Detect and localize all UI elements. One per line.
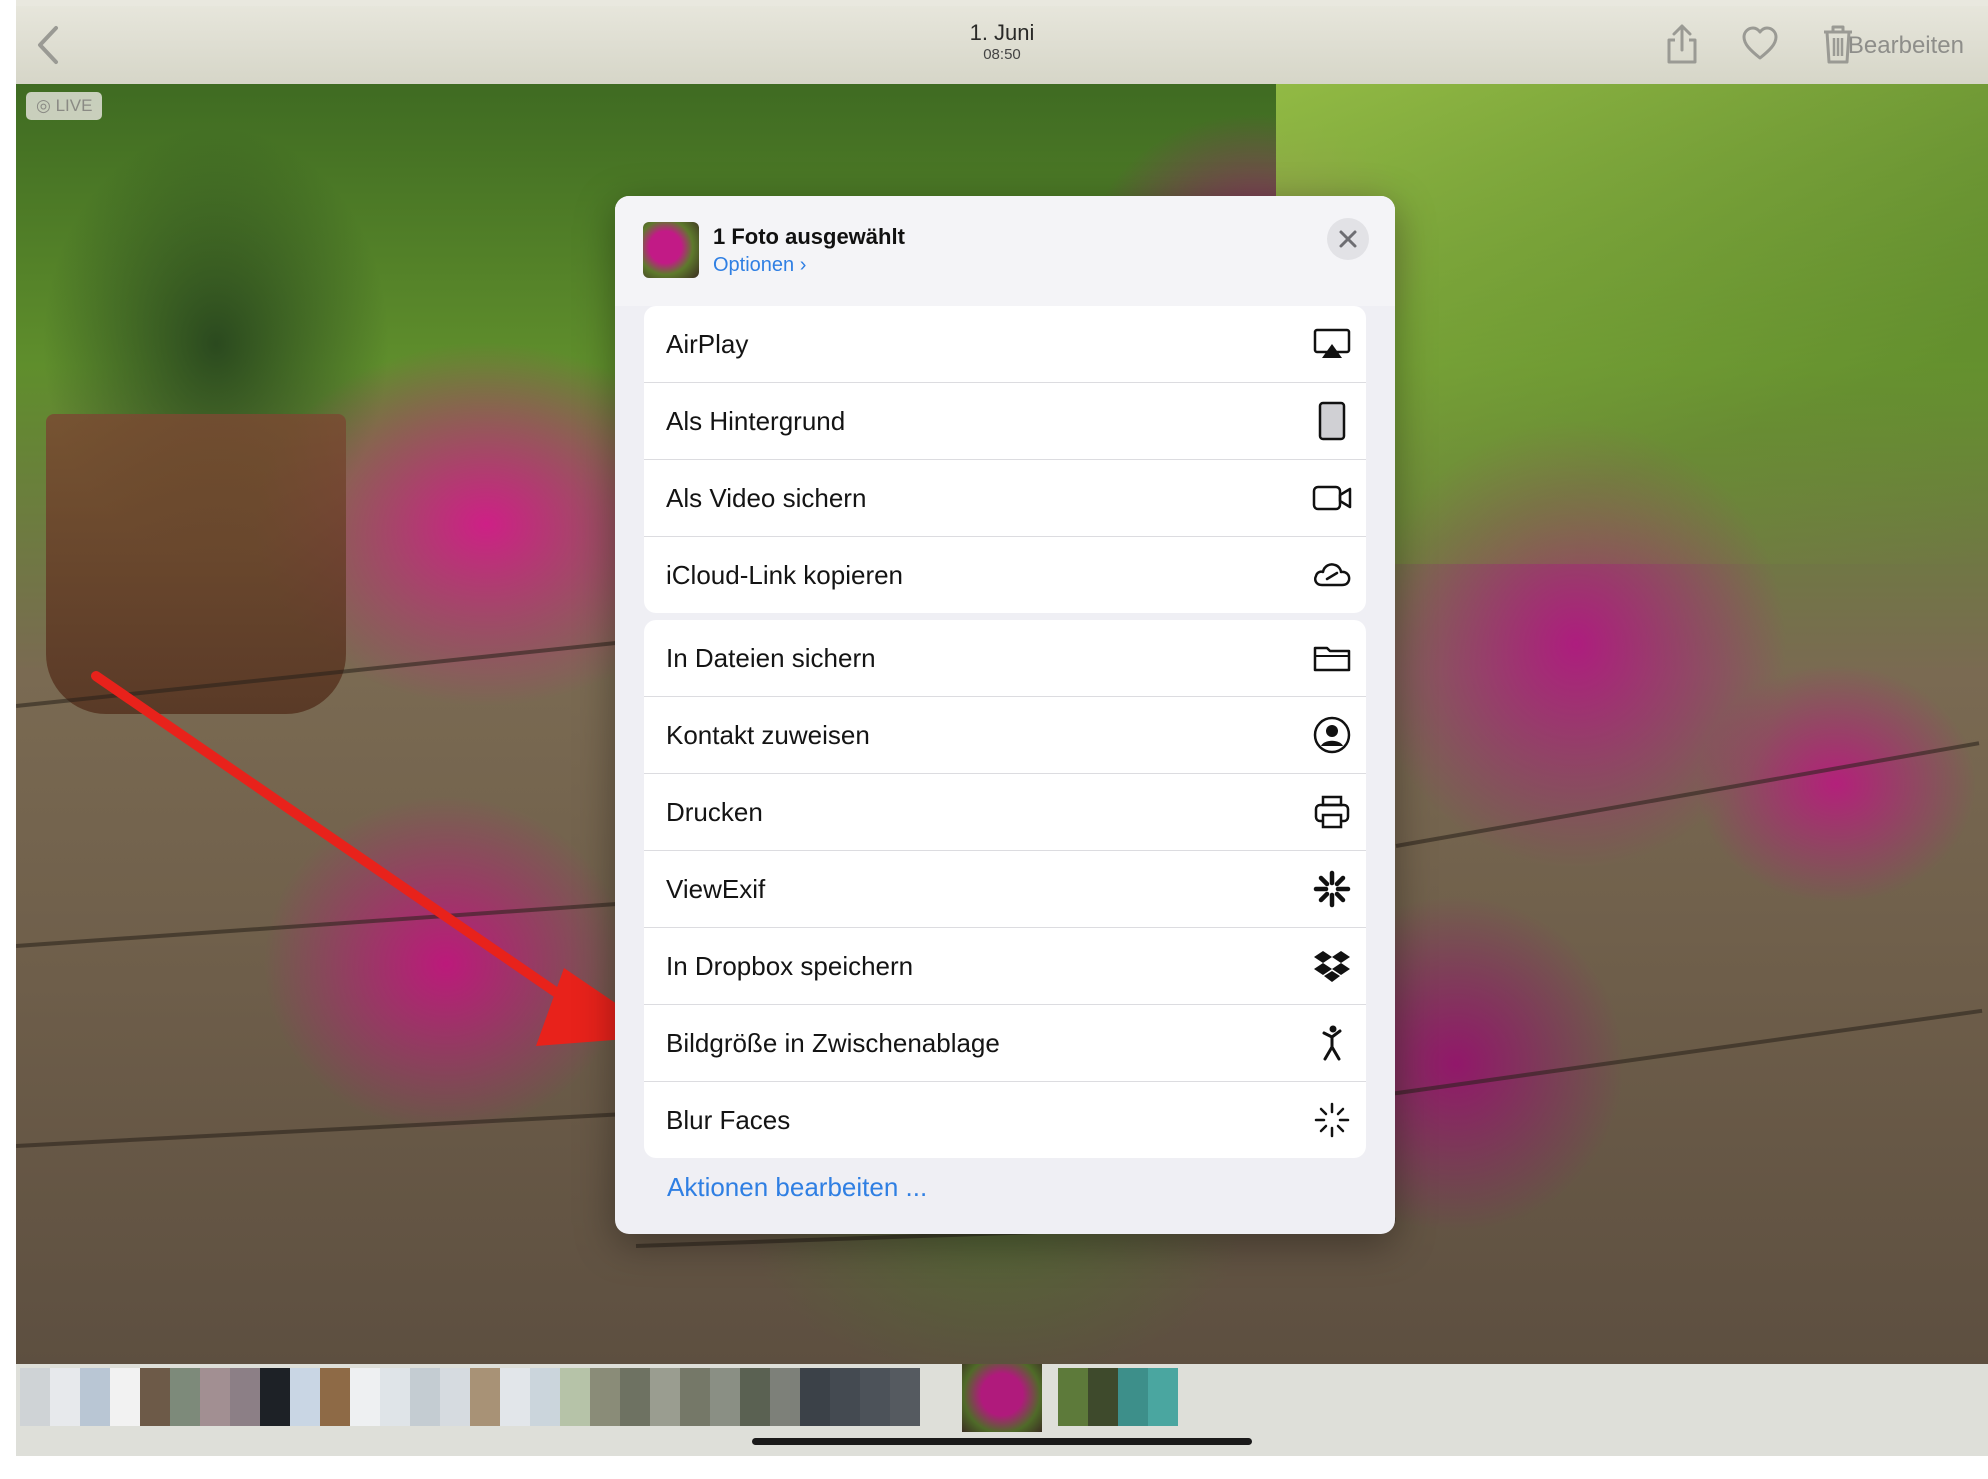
filmstrip-thumb[interactable] bbox=[350, 1368, 380, 1426]
action-als-video-sichern[interactable]: Als Video sichern bbox=[644, 460, 1366, 537]
filmstrip-thumb-current[interactable] bbox=[962, 1364, 1042, 1432]
edit-button[interactable]: Bearbeiten bbox=[1848, 32, 1964, 60]
action-label: Als Hintergrund bbox=[666, 406, 846, 436]
photo-paver-line bbox=[16, 900, 635, 948]
filmstrip-thumb[interactable] bbox=[1148, 1368, 1178, 1426]
action-label: ViewExif bbox=[666, 874, 766, 904]
photo-paver-line bbox=[1395, 741, 1980, 848]
favorite-button[interactable] bbox=[1740, 22, 1780, 66]
action-label: Als Video sichern bbox=[666, 483, 867, 513]
action-kontakt-zuweisen[interactable]: Kontakt zuweisen bbox=[644, 697, 1366, 774]
share-sheet: 1 Foto ausgewählt Optionen › AirPlay Als… bbox=[615, 196, 1395, 1234]
photo-paver-line bbox=[16, 1111, 636, 1148]
home-indicator[interactable] bbox=[752, 1438, 1252, 1445]
live-badge-label: LIVE bbox=[55, 96, 93, 115]
close-icon bbox=[1339, 230, 1357, 248]
filmstrip-thumb[interactable] bbox=[620, 1368, 650, 1426]
filmstrip-thumb[interactable] bbox=[260, 1368, 290, 1426]
viewexif-icon bbox=[1313, 870, 1351, 908]
photos-app-screen: ◎ LIVE 1. Juni 08:50 Bearbeiten 1 Foto a… bbox=[16, 0, 1988, 1456]
action-group-1: AirPlay Als Hintergrund Als Video sicher… bbox=[644, 306, 1366, 613]
filmstrip-thumb[interactable] bbox=[530, 1368, 560, 1426]
filmstrip-thumb[interactable] bbox=[50, 1368, 80, 1426]
filmstrip-thumb[interactable] bbox=[770, 1368, 800, 1426]
filmstrip-thumb[interactable] bbox=[80, 1368, 110, 1426]
filmstrip-thumb[interactable] bbox=[650, 1368, 680, 1426]
printer-icon bbox=[1314, 795, 1350, 829]
contact-icon bbox=[1313, 716, 1351, 754]
top-navigation-bar: 1. Juni 08:50 Bearbeiten bbox=[16, 0, 1988, 84]
share-sheet-title: 1 Foto ausgewählt bbox=[713, 224, 905, 249]
airplay-icon bbox=[1313, 328, 1351, 358]
filmstrip-thumb[interactable] bbox=[830, 1368, 860, 1426]
action-drucken[interactable]: Drucken bbox=[644, 774, 1366, 851]
figure-icon bbox=[1322, 1025, 1342, 1061]
filmstrip-thumb[interactable] bbox=[680, 1368, 710, 1426]
options-label: Optionen bbox=[713, 254, 795, 276]
filmstrip-thumb[interactable] bbox=[170, 1368, 200, 1426]
action-group-2: In Dateien sichern Kontakt zuweisen Druc… bbox=[644, 620, 1366, 1158]
filmstrip-thumb[interactable] bbox=[470, 1368, 500, 1426]
photo-flower-pot bbox=[46, 414, 346, 714]
action-label: In Dateien sichern bbox=[666, 643, 876, 673]
action-bildgroesse[interactable]: Bildgröße in Zwischenablage bbox=[644, 1005, 1366, 1082]
action-in-dateien-sichern[interactable]: In Dateien sichern bbox=[644, 620, 1366, 697]
share-icon bbox=[1667, 24, 1697, 64]
action-blur-faces[interactable]: Blur Faces bbox=[644, 1082, 1366, 1158]
filmstrip-thumb[interactable] bbox=[1058, 1368, 1088, 1426]
filmstrip-thumb[interactable] bbox=[1088, 1368, 1118, 1426]
action-als-hintergrund[interactable]: Als Hintergrund bbox=[644, 383, 1366, 460]
live-photo-badge[interactable]: ◎ LIVE bbox=[26, 92, 103, 120]
edit-actions-link[interactable]: Aktionen bearbeiten ... bbox=[667, 1172, 927, 1203]
action-label: AirPlay bbox=[666, 329, 749, 359]
action-airplay[interactable]: AirPlay bbox=[644, 306, 1366, 383]
dropbox-icon bbox=[1314, 951, 1350, 982]
selected-photo-thumbnail bbox=[643, 222, 699, 278]
action-icloud-link[interactable]: iCloud-Link kopieren bbox=[644, 537, 1366, 613]
status-bar bbox=[16, 0, 1988, 6]
live-icon: ◎ bbox=[36, 96, 56, 115]
action-label: Drucken bbox=[666, 797, 763, 827]
options-link[interactable]: Optionen › bbox=[713, 254, 806, 277]
photo-paver-line bbox=[1375, 1008, 1983, 1098]
filmstrip-thumb[interactable] bbox=[290, 1368, 320, 1426]
icloud-link-icon bbox=[1314, 563, 1351, 587]
share-button[interactable] bbox=[1662, 22, 1702, 66]
chevron-right-icon: › bbox=[799, 254, 807, 276]
close-button[interactable] bbox=[1327, 218, 1369, 260]
filmstrip-thumb[interactable] bbox=[200, 1368, 230, 1426]
filmstrip-thumb[interactable] bbox=[320, 1368, 350, 1426]
filmstrip-thumb[interactable] bbox=[380, 1368, 410, 1426]
filmstrip-thumb[interactable] bbox=[230, 1368, 260, 1426]
filmstrip-thumb[interactable] bbox=[440, 1368, 470, 1426]
action-dropbox[interactable]: In Dropbox speichern bbox=[644, 928, 1366, 1005]
filmstrip-thumb[interactable] bbox=[710, 1368, 740, 1426]
video-icon bbox=[1312, 485, 1352, 511]
action-label: Kontakt zuweisen bbox=[666, 720, 870, 750]
action-label: iCloud-Link kopieren bbox=[666, 560, 904, 590]
filmstrip-thumb[interactable] bbox=[20, 1368, 50, 1426]
filmstrip-thumb[interactable] bbox=[890, 1368, 920, 1426]
filmstrip-thumb[interactable] bbox=[860, 1368, 890, 1426]
action-label: In Dropbox speichern bbox=[666, 951, 914, 981]
folder-icon bbox=[1313, 646, 1351, 672]
filmstrip-thumb[interactable] bbox=[110, 1368, 140, 1426]
filmstrip-thumb[interactable] bbox=[410, 1368, 440, 1426]
wallpaper-icon bbox=[1318, 401, 1346, 441]
action-label: Blur Faces bbox=[666, 1105, 791, 1135]
filmstrip-thumb[interactable] bbox=[140, 1368, 170, 1426]
share-sheet-header: 1 Foto ausgewählt Optionen › bbox=[615, 196, 1395, 306]
filmstrip-thumb[interactable] bbox=[500, 1368, 530, 1426]
filmstrip-thumb[interactable] bbox=[590, 1368, 620, 1426]
filmstrip-thumb[interactable] bbox=[740, 1368, 770, 1426]
action-label: Bildgröße in Zwischenablage bbox=[666, 1028, 1000, 1058]
sparkle-icon bbox=[1314, 1102, 1350, 1138]
filmstrip-thumb[interactable] bbox=[1118, 1368, 1148, 1426]
action-viewexif[interactable]: ViewExif bbox=[644, 851, 1366, 928]
filmstrip-thumb[interactable] bbox=[560, 1368, 590, 1426]
filmstrip-thumb[interactable] bbox=[800, 1368, 830, 1426]
heart-icon bbox=[1742, 26, 1778, 60]
